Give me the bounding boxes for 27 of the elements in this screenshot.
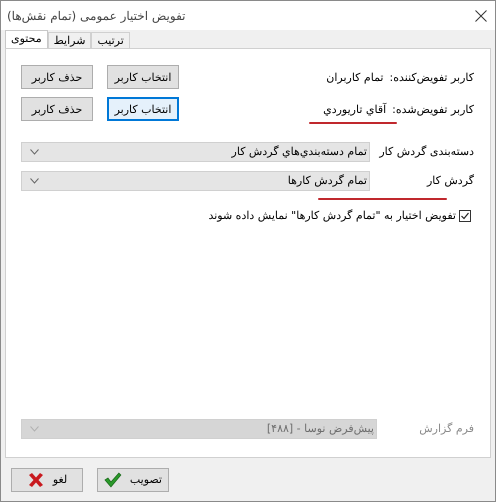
field-value: آقاي تاریوردي — [323, 102, 386, 116]
cancel-button[interactable]: لغو — [11, 468, 83, 492]
approve-button[interactable]: تصویب — [97, 468, 169, 492]
field-label: دسته‌بندی گردش کار — [378, 145, 474, 158]
field-label: فرم گزارش — [418, 422, 474, 435]
select-button[interactable]: انتخاب کاربر — [107, 97, 179, 121]
window-title: تفویض اختیار عمومی (تمام نقش‌ها) — [7, 8, 186, 22]
checkbox-label: تفویض اختیار به "تمام گردش کارها" نمایش داده شوند — [208, 209, 456, 222]
check-icon — [104, 472, 122, 488]
dropdown[interactable]: تمام دسته‌بندي‌هاي گردش کار — [21, 142, 370, 162]
chevron-icon — [30, 148, 39, 154]
select-button[interactable]: حذف کاربر — [21, 97, 93, 121]
field-label: کاربر تفویض‌شده: — [392, 102, 474, 116]
select-button[interactable]: حذف کاربر — [21, 65, 93, 89]
checkbox[interactable] — [459, 210, 471, 222]
select-button[interactable]: انتخاب کاربر — [107, 65, 179, 89]
tab[interactable]: شرایط — [48, 32, 92, 48]
close-icon[interactable] — [475, 10, 487, 22]
field-label: گردش کار — [426, 174, 474, 187]
tab[interactable]: ترتیب — [91, 32, 130, 48]
chevron-icon — [30, 426, 39, 432]
tab[interactable]: محتوی — [5, 30, 48, 48]
chevron-icon — [30, 178, 39, 184]
field-value: تمام کاربران — [326, 70, 384, 84]
field-label: کاربر تفویض‌کننده: — [390, 70, 474, 84]
dropdown[interactable]: تمام گردش کارها — [21, 170, 370, 190]
cross-icon — [26, 472, 45, 488]
